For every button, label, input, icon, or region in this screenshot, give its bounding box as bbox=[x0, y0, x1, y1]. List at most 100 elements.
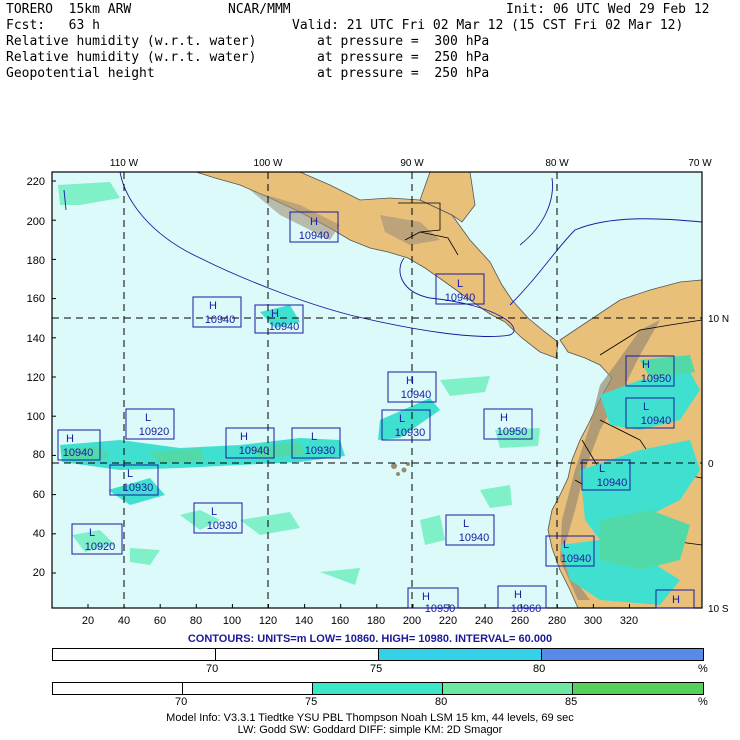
svg-text:H: H bbox=[500, 412, 508, 424]
svg-text:H: H bbox=[66, 433, 74, 445]
legend-250-label: 80 bbox=[533, 663, 546, 675]
svg-text:H: H bbox=[240, 431, 248, 443]
svg-text:10920: 10920 bbox=[139, 426, 170, 438]
legend-300-label: 85 bbox=[565, 696, 578, 708]
x-tick-label: 140 bbox=[295, 615, 313, 627]
x-tick-label: 20 bbox=[82, 615, 94, 627]
lon-label-90w: 90 W bbox=[400, 158, 424, 169]
svg-text:L: L bbox=[463, 518, 469, 530]
contours-info: CONTOURS: UNITS=m LOW= 10860. HIGH= 1098… bbox=[187, 633, 553, 645]
svg-text:H: H bbox=[271, 308, 279, 320]
lat-label-10n: 10 N bbox=[708, 314, 729, 325]
x-tick-label: 180 bbox=[367, 615, 385, 627]
y-tick-label: 200 bbox=[27, 216, 45, 228]
x-tick-label: 120 bbox=[259, 615, 277, 627]
legend-250-swatch bbox=[379, 649, 542, 660]
lon-label-80w: 80 W bbox=[545, 158, 569, 169]
x-tick-label: 100 bbox=[223, 615, 241, 627]
svg-text:H: H bbox=[310, 216, 318, 228]
legend-250-label: % bbox=[698, 663, 708, 675]
x-tick-label: 40 bbox=[118, 615, 130, 627]
y-tick-label: 120 bbox=[27, 372, 45, 384]
svg-text:L: L bbox=[457, 278, 463, 290]
svg-text:L: L bbox=[311, 431, 317, 443]
svg-text:H: H bbox=[642, 359, 650, 371]
x-tick-label: 260 bbox=[511, 615, 529, 627]
svg-text:10950: 10950 bbox=[641, 373, 672, 385]
field-2-name: Relative humidity (w.r.t. water) bbox=[6, 50, 257, 65]
center-name: NCAR/MMM bbox=[228, 2, 291, 17]
legend-300-swatch bbox=[313, 683, 443, 694]
x-tick-label: 200 bbox=[403, 615, 421, 627]
legend-250-label: 75 bbox=[370, 663, 383, 675]
legend-300-swatch bbox=[443, 683, 573, 694]
svg-text:10940: 10940 bbox=[401, 389, 432, 401]
svg-text:H: H bbox=[672, 594, 680, 606]
svg-text:10940: 10940 bbox=[597, 477, 628, 489]
x-tick-label: 300 bbox=[584, 615, 602, 627]
svg-text:H: H bbox=[422, 591, 430, 603]
weather-map: 110 W 100 W 90 W 80 W 70 W 10 N 0 10 S 2… bbox=[27, 158, 729, 627]
lon-label-110w: 110 W bbox=[110, 158, 139, 169]
legend-300-label: 75 bbox=[305, 696, 318, 708]
svg-text:10940: 10940 bbox=[561, 553, 592, 565]
svg-text:10930: 10930 bbox=[305, 445, 336, 457]
svg-text:L: L bbox=[145, 412, 151, 424]
lat-label-10s: 10 S bbox=[708, 604, 729, 615]
svg-text:L: L bbox=[399, 413, 405, 425]
svg-text:10940: 10940 bbox=[459, 532, 490, 544]
y-tick-label: 160 bbox=[27, 293, 45, 305]
legend-300-label: 80 bbox=[435, 696, 448, 708]
svg-text:10940: 10940 bbox=[205, 314, 236, 326]
field-1-name: Relative humidity (w.r.t. water) bbox=[6, 34, 257, 49]
y-tick-label: 180 bbox=[27, 255, 45, 267]
svg-text:10920: 10920 bbox=[85, 541, 116, 553]
svg-text:H: H bbox=[209, 300, 217, 312]
svg-text:10930: 10930 bbox=[123, 482, 154, 494]
svg-text:10960: 10960 bbox=[511, 603, 542, 615]
x-tick-label: 60 bbox=[154, 615, 166, 627]
y-tick-label: 60 bbox=[33, 489, 45, 501]
valid-time: Valid: 21 UTC Fri 02 Mar 12 (15 CST Fri … bbox=[292, 18, 684, 33]
svg-text:H: H bbox=[514, 589, 522, 601]
model-info-line1: Model Info: V3.3.1 Tiedtke YSU PBL Thomp… bbox=[166, 712, 574, 724]
legend-300-label: 70 bbox=[175, 696, 188, 708]
svg-text:H: H bbox=[406, 375, 414, 387]
svg-text:10930: 10930 bbox=[395, 427, 426, 439]
x-tick-label: 220 bbox=[439, 615, 457, 627]
x-tick-label: 240 bbox=[475, 615, 493, 627]
legend-250-bar bbox=[52, 648, 704, 661]
lon-label-100w: 100 W bbox=[254, 158, 283, 169]
legend-250-swatch bbox=[53, 649, 216, 660]
legend-300-swatch bbox=[183, 683, 313, 694]
legend-250-swatch bbox=[216, 649, 379, 660]
field-2-level: at pressure = 250 hPa bbox=[317, 50, 490, 65]
y-tick-label: 40 bbox=[33, 528, 45, 540]
forecast-hour: Fcst: 63 h bbox=[6, 18, 100, 33]
legend-300-bar bbox=[52, 682, 704, 695]
x-tick-label: 160 bbox=[331, 615, 349, 627]
legend-250-label: 70 bbox=[206, 663, 219, 675]
svg-text:L: L bbox=[127, 468, 133, 480]
svg-text:L: L bbox=[643, 401, 649, 413]
svg-text:10930: 10930 bbox=[207, 520, 238, 532]
svg-text:L: L bbox=[563, 539, 569, 551]
init-time: Init: 06 UTC Wed 29 Feb 12 bbox=[506, 2, 710, 17]
x-tick-label: 80 bbox=[190, 615, 202, 627]
y-tick-label: 220 bbox=[27, 176, 45, 188]
svg-text:10940: 10940 bbox=[299, 230, 330, 242]
legend-300-label: % bbox=[698, 696, 708, 708]
svg-text:10940: 10940 bbox=[641, 415, 672, 427]
y-tick-label: 140 bbox=[27, 333, 45, 345]
model-info-line2: LW: Godd SW: Goddard DIFF: simple KM: 2D… bbox=[237, 724, 503, 736]
lon-label-70w: 70 W bbox=[688, 158, 712, 169]
x-tick-label: 320 bbox=[620, 615, 638, 627]
legend-300-swatch bbox=[53, 683, 183, 694]
svg-text:10940: 10940 bbox=[445, 292, 476, 304]
svg-text:10950: 10950 bbox=[425, 603, 456, 615]
model-name: TORERO 15km ARW bbox=[6, 2, 132, 17]
y-tick-label: 100 bbox=[27, 411, 45, 423]
svg-text:10940: 10940 bbox=[239, 445, 270, 457]
svg-text:L: L bbox=[599, 463, 605, 475]
field-3-name: Geopotential height bbox=[6, 66, 155, 81]
